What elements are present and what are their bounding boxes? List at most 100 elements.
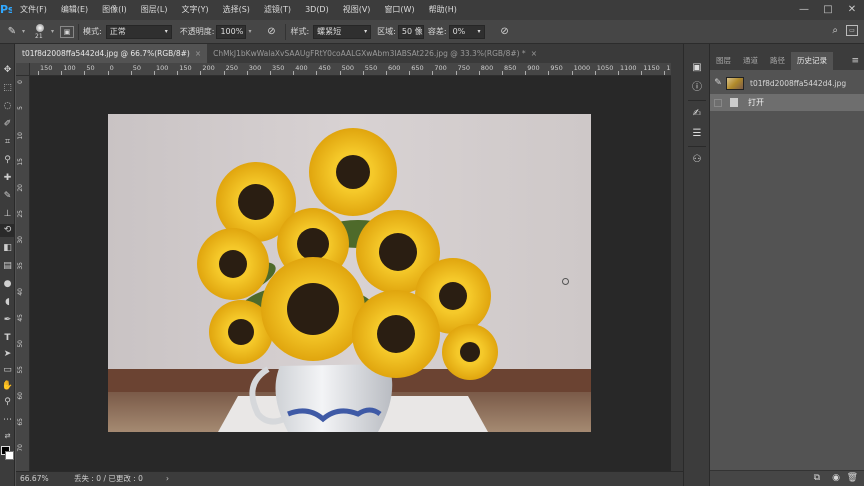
panel-tabs: 图层 通道 路径 历史记录 ≡ (710, 52, 864, 70)
properties-icon[interactable]: ▣ (687, 60, 707, 76)
menu-layer[interactable]: 图层(L) (135, 0, 174, 20)
canvas-area[interactable] (30, 76, 671, 471)
pressure-size-icon[interactable]: ⊘ (495, 26, 515, 37)
opacity-value: 100% (220, 26, 244, 36)
history-snapshot[interactable]: ✎ t01f8d2008ffa5442d4.jpg (710, 72, 864, 94)
ruler-tick (154, 71, 155, 75)
history-step[interactable]: 打开 (710, 94, 864, 111)
eyedropper-tool-icon[interactable]: ⚲ (0, 154, 15, 167)
panel-dock: ▣ ⓘ ✍ ☰ ⚇ (683, 44, 710, 486)
healing-brush-tool-icon[interactable]: ✚ (0, 172, 15, 185)
tab-layers[interactable]: 图层 (710, 52, 737, 70)
gradient-tool-icon[interactable]: ▤ (0, 260, 15, 273)
swap-colors-icon[interactable]: ⇄ (0, 430, 15, 443)
adjustments-icon[interactable]: ☰ (687, 126, 707, 142)
info-icon[interactable]: ⓘ (687, 80, 707, 96)
quick-select-tool-icon[interactable]: ✐ (0, 118, 15, 131)
ruler-label: 1100 (620, 64, 637, 72)
menu-select[interactable]: 选择(S) (217, 0, 256, 20)
pressure-opacity-icon[interactable]: ⊘ (261, 26, 281, 37)
dodge-tool-icon[interactable]: ◖ (0, 296, 15, 309)
menu-image[interactable]: 图像(I) (96, 0, 133, 20)
tab-channels[interactable]: 通道 (737, 52, 764, 70)
path-select-tool-icon[interactable]: ➤ (0, 348, 15, 361)
rectangle-tool-icon[interactable]: ▭ (0, 364, 15, 377)
trash-icon[interactable]: 🗑 (847, 473, 858, 483)
vertical-scrollbar[interactable] (671, 63, 683, 471)
chevron-down-icon[interactable]: ▾ (22, 28, 25, 35)
close-button[interactable]: ✕ (840, 0, 864, 20)
camera-icon[interactable]: ◉ (832, 473, 840, 483)
background-color-swatch[interactable] (5, 451, 14, 460)
panel-menu-icon[interactable]: ≡ (851, 52, 859, 70)
minimize-button[interactable]: — (792, 0, 816, 20)
ruler-label: 40 (17, 288, 24, 296)
menu-file[interactable]: 文件(F) (14, 0, 53, 20)
ruler-origin[interactable] (16, 63, 30, 76)
tab-history[interactable]: 历史记录 (791, 52, 833, 70)
horizontal-ruler[interactable]: 150 100 50 0 50 100 150 200 250 300 350 400 450 500 55… (30, 63, 671, 76)
ruler-tick (362, 71, 364, 75)
divider (688, 146, 706, 147)
opacity-input[interactable]: 100% (216, 24, 247, 39)
menu-help[interactable]: 帮助(H) (423, 0, 463, 20)
zoom-level[interactable]: 66.67% (20, 472, 49, 486)
tab-document-2[interactable]: ChMkJ1bKwWalaXvSAAUgFRtY0coAALGXwAbm3IAB… (207, 44, 543, 63)
mode-select[interactable]: 正常 ▾ (105, 24, 172, 39)
tolerance-label: 容差: (427, 27, 447, 36)
tab-paths[interactable]: 路径 (764, 52, 791, 70)
maximize-button[interactable]: □ (816, 0, 840, 20)
menu-view[interactable]: 视图(V) (337, 0, 377, 20)
status-menu-arrow[interactable]: › (166, 472, 169, 486)
zoom-tool-icon[interactable]: ⚲ (0, 396, 15, 409)
history-source-checkbox[interactable] (714, 98, 722, 107)
sunflower-photo[interactable] (108, 114, 591, 432)
ruler-tick (618, 71, 619, 75)
menu-window[interactable]: 窗口(W) (378, 0, 420, 20)
ruler-tick (177, 71, 179, 75)
history-brush-tool-icon[interactable]: ⟲ (0, 224, 15, 237)
close-icon[interactable]: × (195, 49, 201, 58)
tab-document-1[interactable]: t01f8d2008ffa5442d4.jpg @ 66.7%(RGB/8#) × (16, 44, 208, 63)
menu-edit[interactable]: 编辑(E) (55, 0, 94, 20)
edit-toolbar-icon[interactable]: ⋯ (0, 414, 15, 427)
menu-filter[interactable]: 滤镜(T) (258, 0, 297, 20)
ruler-label: 450 (318, 64, 331, 72)
style-select[interactable]: 螺紧短 ▾ (313, 24, 372, 39)
ruler-label: 200 (202, 64, 215, 72)
brush-panel-icon[interactable]: ▣ (60, 25, 75, 38)
history-brush-source-icon[interactable]: ✎ (710, 78, 726, 88)
area-input[interactable]: 50 像素 (397, 24, 424, 39)
chevron-down-icon[interactable]: ▾ (248, 28, 251, 35)
workspace-icon[interactable]: ▭ (846, 25, 858, 36)
search-icon[interactable]: ⌕ (832, 25, 838, 36)
document-icon (730, 98, 738, 107)
chevron-down-icon[interactable]: ▾ (51, 28, 54, 35)
panel-collapse-bar[interactable] (710, 44, 864, 52)
clone-stamp-tool-icon[interactable]: ⊥ (0, 208, 15, 221)
menu-3d[interactable]: 3D(D) (299, 0, 335, 20)
tolerance-input[interactable]: 0% ▾ (448, 24, 485, 39)
brush-tool-icon[interactable]: ✎ (0, 190, 15, 203)
menu-type[interactable]: 文字(Y) (175, 0, 214, 20)
vertical-ruler[interactable]: 0 5 10 15 20 25 30 35 40 45 50 55 60 65 70 (16, 76, 30, 471)
type-tool-icon[interactable]: T (0, 332, 15, 345)
ruler-tick (293, 71, 295, 75)
close-icon[interactable]: × (531, 49, 537, 58)
mode-value: 正常 (109, 26, 126, 36)
pen-tool-icon[interactable]: ✒ (0, 314, 15, 327)
tool-preset-icon[interactable]: ✎ (2, 26, 22, 37)
app-logo: Ps (0, 3, 12, 16)
marquee-tool-icon[interactable]: ⬚ (0, 82, 15, 95)
brush-size-picker[interactable]: 21 (29, 22, 51, 42)
blur-tool-icon[interactable]: ● (0, 278, 15, 291)
new-document-from-state-icon[interactable]: ⧉ (814, 473, 820, 483)
eraser-tool-icon[interactable]: ◧ (0, 242, 15, 255)
move-tool-icon[interactable]: ✥ (0, 64, 15, 77)
lasso-tool-icon[interactable]: ◌ (0, 100, 15, 113)
brush-presets-icon[interactable]: ✍ (687, 106, 707, 122)
hand-tool-icon[interactable]: ✋ (0, 380, 15, 393)
crop-tool-icon[interactable]: ⌗ (0, 136, 15, 149)
ruler-label: 800 (480, 64, 494, 72)
clone-source-icon[interactable]: ⚇ (687, 152, 707, 168)
